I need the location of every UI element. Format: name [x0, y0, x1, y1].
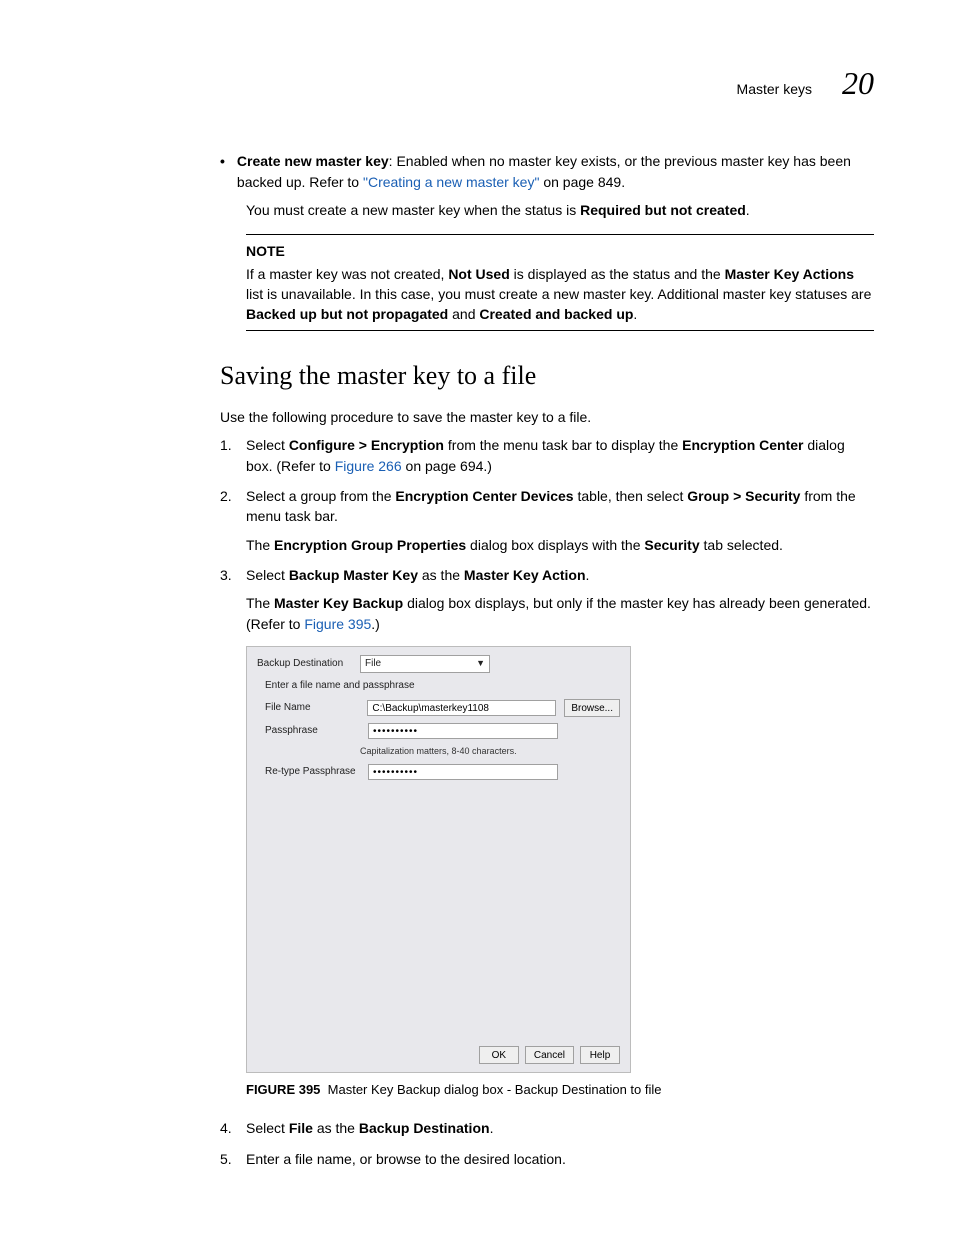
- figure-number: FIGURE 395: [246, 1082, 320, 1097]
- bullet-lead: Create new master key: [237, 153, 389, 169]
- step-2-sub: The Encryption Group Properties dialog b…: [246, 535, 874, 555]
- figure-caption-text: Master Key Backup dialog box - Backup De…: [328, 1082, 662, 1097]
- passphrase-label: Passphrase: [265, 724, 360, 739]
- status-paragraph: You must create a new master key when th…: [246, 200, 874, 220]
- chapter-number: 20: [842, 60, 874, 106]
- step-1: Select Configure > Encryption from the m…: [220, 435, 874, 476]
- figure-caption: FIGURE 395 Master Key Backup dialog box …: [246, 1081, 874, 1100]
- status-post: .: [746, 202, 750, 218]
- ok-button[interactable]: OK: [479, 1046, 519, 1064]
- note-label: NOTE: [246, 241, 874, 261]
- help-button[interactable]: Help: [580, 1046, 620, 1064]
- note-body: If a master key was not created, Not Use…: [246, 264, 874, 325]
- browse-button[interactable]: Browse...: [564, 699, 620, 717]
- link-creating-master-key[interactable]: "Creating a new master key": [363, 174, 539, 190]
- step-3-sub: The Master Key Backup dialog box display…: [246, 593, 874, 634]
- dialog-instruction: Enter a file name and passphrase: [265, 679, 620, 694]
- intro-paragraph: Use the following procedure to save the …: [220, 407, 874, 427]
- status-bold: Required but not created: [580, 202, 746, 218]
- chevron-down-icon: ▼: [476, 657, 485, 670]
- page-header: Master keys 20: [80, 60, 874, 106]
- status-pre: You must create a new master key when th…: [246, 202, 580, 218]
- section-heading: Saving the master key to a file: [220, 357, 874, 395]
- step-4: Select File as the Backup Destination.: [220, 1118, 874, 1138]
- backup-destination-select[interactable]: File ▼: [360, 655, 490, 673]
- passphrase-input[interactable]: [368, 723, 558, 739]
- note-box: NOTE If a master key was not created, No…: [246, 234, 874, 331]
- passphrase-hint: Capitalization matters, 8-40 characters.: [360, 745, 620, 758]
- step-3: Select Backup Master Key as the Master K…: [220, 565, 874, 1100]
- step-5: Enter a file name, or browse to the desi…: [220, 1149, 874, 1169]
- retype-passphrase-label: Re-type Passphrase: [265, 765, 360, 780]
- master-key-backup-dialog: Backup Destination File ▼ Enter a file n…: [246, 646, 631, 1074]
- link-figure-266[interactable]: Figure 266: [335, 458, 402, 474]
- cancel-button[interactable]: Cancel: [525, 1046, 574, 1064]
- bullet-tail: on page 849.: [539, 174, 625, 190]
- backup-destination-label: Backup Destination: [257, 657, 352, 672]
- link-figure-395[interactable]: Figure 395: [304, 616, 371, 632]
- file-name-label: File Name: [265, 701, 359, 716]
- retype-passphrase-input[interactable]: [368, 764, 558, 780]
- header-section: Master keys: [737, 79, 812, 99]
- bullet-create-master-key: • Create new master key: Enabled when no…: [220, 151, 874, 192]
- file-name-input[interactable]: [367, 700, 556, 716]
- step-2: Select a group from the Encryption Cente…: [220, 486, 874, 555]
- bullet-icon: •: [220, 151, 225, 192]
